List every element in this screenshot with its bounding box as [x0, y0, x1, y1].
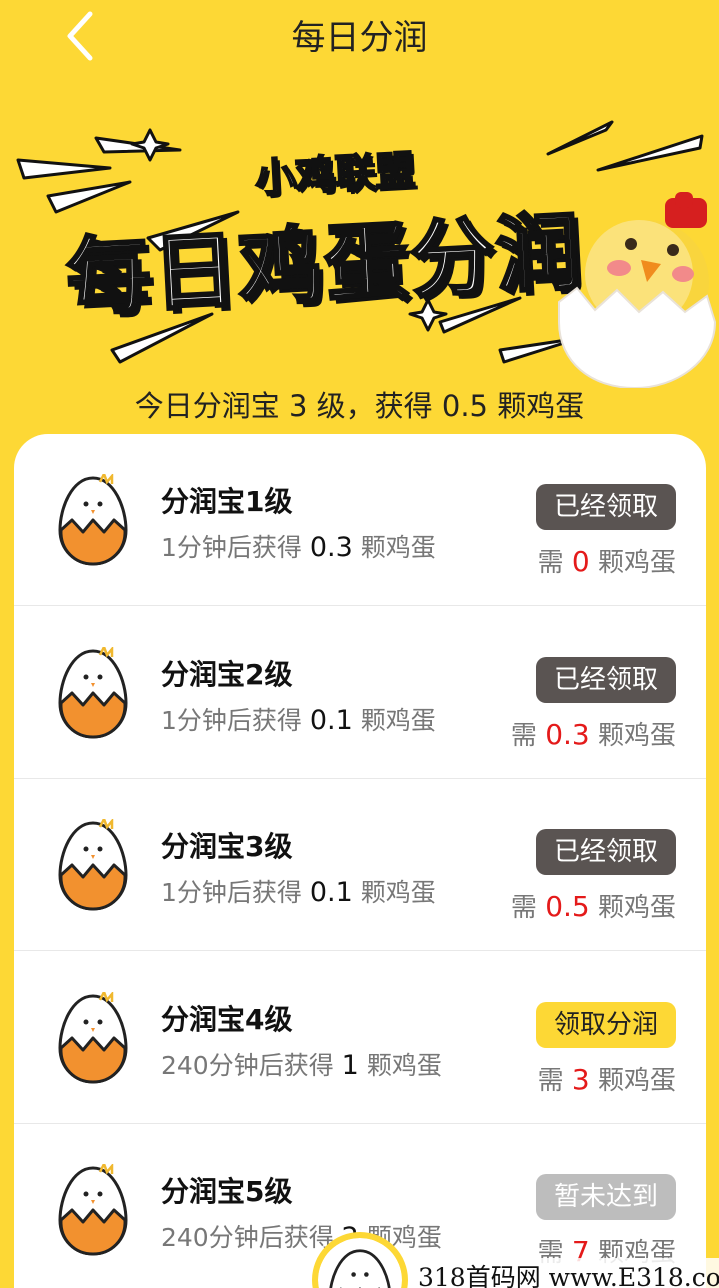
requirement-value: 0.5: [545, 890, 590, 923]
claimed-button[interactable]: 已经领取: [535, 657, 676, 703]
reward-value: 1: [341, 1050, 359, 1081]
requirement-text: 需 0.3 颗鸡蛋: [510, 718, 676, 751]
tier-title: 分润宝3级: [161, 830, 293, 863]
requirement-value: 0.3: [545, 718, 590, 751]
tier-title: 分润宝2级: [161, 658, 293, 691]
claim-reward-button[interactable]: 领取分润: [535, 1002, 676, 1048]
egg-icon: [58, 992, 128, 1084]
egg-icon: [58, 819, 128, 911]
tier-title: 分润宝1级: [161, 485, 293, 518]
egg-icon: [58, 474, 128, 566]
tier-reward-text: 240分钟后获得 1 颗鸡蛋: [161, 1050, 442, 1081]
tier-reward-text: 240分钟后获得 2 颗鸡蛋: [161, 1222, 442, 1253]
requirement-value: 3: [571, 1063, 590, 1096]
tier-title: 分润宝4级: [161, 1003, 293, 1036]
tier-title: 分润宝5级: [161, 1175, 293, 1208]
tier-row: 分润宝3级 1分钟后获得 0.1 颗鸡蛋 已经领取 需 0.5 颗鸡蛋: [14, 779, 706, 951]
tier-reward-text: 1分钟后获得 0.3 颗鸡蛋: [161, 532, 436, 563]
requirement-value: 0: [571, 545, 590, 578]
claimed-button[interactable]: 已经领取: [535, 484, 676, 530]
tier-row: 分润宝4级 240分钟后获得 1 颗鸡蛋 领取分润 需 3 颗鸡蛋: [14, 952, 706, 1124]
chick-mascot-icon: [558, 192, 717, 388]
tier-row: 分润宝1级 1分钟后获得 0.3 颗鸡蛋 已经领取 需 0 颗鸡蛋: [14, 434, 706, 606]
watermark-text: 318首码网 www.E318.com: [414, 1258, 719, 1288]
egg-icon: [58, 1164, 128, 1256]
egg-icon: [58, 647, 128, 739]
requirement-text: 需 3 颗鸡蛋: [537, 1063, 676, 1096]
locked-button[interactable]: 暂未达到: [535, 1174, 676, 1220]
requirement-text: 需 0.5 颗鸡蛋: [510, 890, 676, 923]
reward-value: 0.3: [309, 532, 353, 563]
reward-value: 0.1: [309, 705, 353, 736]
daily-summary: 今日分润宝 3 级，获得 0.5 颗鸡蛋: [134, 389, 585, 423]
tier-list: 分润宝1级 1分钟后获得 0.3 颗鸡蛋 已经领取 需 0 颗鸡蛋 分润宝2级 …: [14, 434, 706, 1288]
requirement-text: 需 0 颗鸡蛋: [537, 545, 676, 578]
top-bar: 每日分润: [0, 0, 719, 70]
page-title: 每日分润: [291, 18, 428, 58]
egg-icon: [329, 1249, 391, 1288]
tier-reward-text: 1分钟后获得 0.1 颗鸡蛋: [161, 705, 436, 736]
reward-value: 0.1: [309, 877, 353, 908]
tier-row: 分润宝2级 1分钟后获得 0.1 颗鸡蛋 已经领取 需 0.3 颗鸡蛋: [14, 607, 706, 779]
tier-reward-text: 1分钟后获得 0.1 颗鸡蛋: [161, 877, 436, 908]
claimed-button[interactable]: 已经领取: [535, 829, 676, 875]
